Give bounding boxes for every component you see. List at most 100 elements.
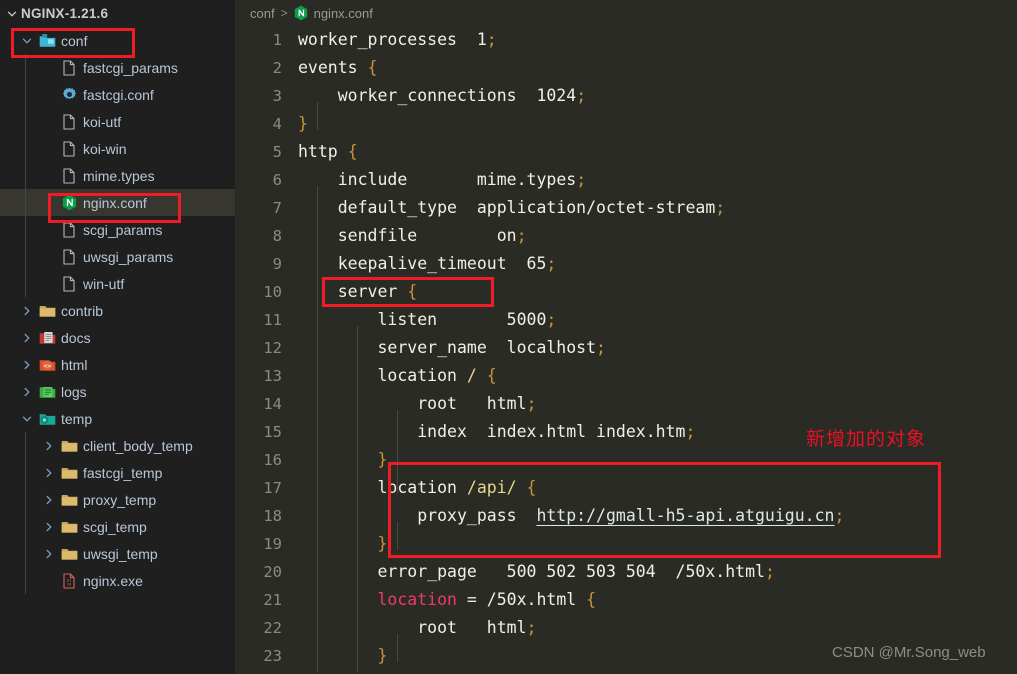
code-line[interactable]: 11 listen 5000; xyxy=(236,306,1017,334)
code-line[interactable]: 22 root html; xyxy=(236,614,1017,642)
code-line[interactable]: 4} xyxy=(236,110,1017,138)
folder-icon xyxy=(58,465,80,480)
tree-item-proxy-temp[interactable]: proxy_temp xyxy=(0,486,235,513)
line-number: 23 xyxy=(263,647,282,665)
chevron-right-icon[interactable] xyxy=(40,440,58,452)
tree-item-koi-utf[interactable]: koi-utf xyxy=(0,108,235,135)
code-line-text: include mime.types; xyxy=(298,166,586,194)
tree-item-docs[interactable]: docs xyxy=(0,324,235,351)
chevron-right-icon[interactable] xyxy=(18,386,36,398)
code-token: /50x.html xyxy=(486,590,577,609)
code-token[interactable]: http://gmall-h5-api.atguigu.cn xyxy=(536,506,834,525)
tree-item-scgi-params[interactable]: scgi_params xyxy=(0,216,235,243)
tree-item-fastcgi-temp[interactable]: fastcgi_temp xyxy=(0,459,235,486)
chevron-right-icon[interactable] xyxy=(40,521,58,533)
chevron-right-icon[interactable] xyxy=(18,305,36,317)
chevron-right-icon[interactable] xyxy=(40,548,58,560)
code-line[interactable]: 7 default_type application/octet-stream; xyxy=(236,194,1017,222)
tree-item-nginx-conf[interactable]: nginx.conf xyxy=(0,189,235,216)
line-number: 19 xyxy=(263,535,282,553)
tree-item-mime-types[interactable]: mime.types xyxy=(0,162,235,189)
code-line[interactable]: 21 location = /50x.html { xyxy=(236,586,1017,614)
breadcrumb-folder[interactable]: conf xyxy=(250,6,275,21)
code-line[interactable]: 9 keepalive_timeout 65; xyxy=(236,250,1017,278)
code-token: sendfile xyxy=(337,226,418,245)
code-line[interactable]: 17 location /api/ { xyxy=(236,474,1017,502)
chevron-right-icon[interactable] xyxy=(18,332,36,344)
tree-item-label: fastcgi_params xyxy=(83,59,178,76)
line-number: 12 xyxy=(263,339,282,357)
tree-item-koi-win[interactable]: koi-win xyxy=(0,135,235,162)
explorer-root-row[interactable]: NGINX-1.21.6 xyxy=(0,0,235,27)
tree-item-label: docs xyxy=(61,329,91,346)
code-line-text: default_type application/octet-stream; xyxy=(298,194,725,222)
tree-item-label: temp xyxy=(61,410,93,427)
tree-item-temp[interactable]: temp xyxy=(0,405,235,432)
code-token: html xyxy=(486,394,527,413)
code-line[interactable]: 8 sendfile on; xyxy=(236,222,1017,250)
line-number: 7 xyxy=(272,199,282,217)
code-line[interactable]: 6 include mime.types; xyxy=(236,166,1017,194)
code-line[interactable]: 3 worker_connections 1024; xyxy=(236,82,1017,110)
chevron-down-icon[interactable] xyxy=(18,35,36,47)
chevron-right-icon[interactable] xyxy=(18,359,36,371)
code-token: ; xyxy=(486,30,497,49)
binary-file-icon: 01 10 xyxy=(58,572,80,589)
tree-item-win-utf[interactable]: win-utf xyxy=(0,270,235,297)
code-line-text: } xyxy=(298,670,348,674)
tree-item-uwsgi-temp[interactable]: uwsgi_temp xyxy=(0,540,235,567)
code-line[interactable]: 14 root html; xyxy=(236,390,1017,418)
code-line[interactable]: 2 events { xyxy=(236,54,1017,82)
tree-item-contrib[interactable]: contrib xyxy=(0,297,235,324)
code-line[interactable]: 24 } xyxy=(236,670,1017,674)
code-token: error_page xyxy=(377,562,477,581)
breadcrumb-file[interactable]: nginx.conf xyxy=(314,6,373,21)
folder-icon xyxy=(58,438,80,453)
code-line[interactable]: 5 http { xyxy=(236,138,1017,166)
code-token: events xyxy=(298,58,358,77)
tree-item-scgi-temp[interactable]: scgi_temp xyxy=(0,513,235,540)
breadcrumb[interactable]: conf > nginx.conf xyxy=(236,0,1017,26)
tree-item-nginx-exe[interactable]: 01 10 nginx.exe xyxy=(0,567,235,594)
tree-item-fastcgi-params[interactable]: fastcgi_params xyxy=(0,54,235,81)
code-line[interactable]: 18 proxy_pass http://gmall-h5-api.atguig… xyxy=(236,502,1017,530)
chevron-right-icon[interactable] xyxy=(40,467,58,479)
code-token: 1024 xyxy=(536,86,577,105)
code-token: location xyxy=(377,590,457,609)
code-token: worker_processes xyxy=(298,30,457,49)
code-line-text: worker_connections 1024; xyxy=(298,82,586,110)
code-token: ; xyxy=(715,198,726,217)
code-line-text: worker_processes 1; xyxy=(298,26,497,54)
code-line[interactable]: 20 error_page 500 502 503 504 /50x.html; xyxy=(236,558,1017,586)
tree-item-client-body-temp[interactable]: client_body_temp xyxy=(0,432,235,459)
file-blank-icon xyxy=(58,167,80,184)
code-editor[interactable]: 1 worker_processes 1; 2 events {3 worker_co… xyxy=(236,26,1017,674)
code-line[interactable]: 1 worker_processes 1; xyxy=(236,26,1017,54)
code-token: ; xyxy=(685,422,696,441)
chevron-right-icon[interactable] xyxy=(40,494,58,506)
line-number: 4 xyxy=(272,115,282,133)
tree-item-logs[interactable]: logs xyxy=(0,378,235,405)
code-token: 65 xyxy=(526,254,547,273)
tree-item-html[interactable]: <> html xyxy=(0,351,235,378)
tree-item-uwsgi-params[interactable]: uwsgi_params xyxy=(0,243,235,270)
nginx-icon xyxy=(58,194,80,211)
code-line[interactable]: 12 server_name localhost; xyxy=(236,334,1017,362)
code-token: / xyxy=(466,366,477,385)
tree-item-conf[interactable]: conf xyxy=(0,27,235,54)
tree-item-fastcgi-conf[interactable]: fastcgi.conf xyxy=(0,81,235,108)
chevron-down-icon[interactable] xyxy=(18,413,36,425)
code-line[interactable]: 13 location / { xyxy=(236,362,1017,390)
line-number: 9 xyxy=(272,255,282,273)
code-lines: 1 worker_processes 1; 2 events {3 worker_co… xyxy=(236,26,1017,674)
code-line[interactable]: 10 server { xyxy=(236,278,1017,306)
code-line[interactable]: 19 } xyxy=(236,530,1017,558)
